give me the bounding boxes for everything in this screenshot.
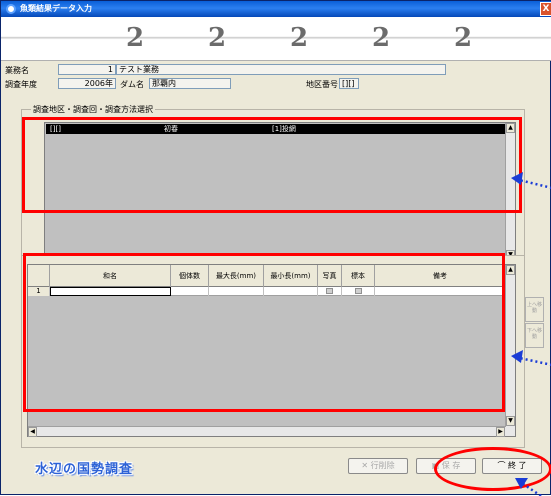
dam-name-label: ダム名 (120, 80, 144, 89)
business-name-field: テスト業務 (116, 64, 446, 75)
app-icon (6, 4, 16, 14)
delete-row-label: 行削除 (370, 461, 395, 470)
binder-header: 2 2 2 2 2 (1, 17, 551, 61)
business-number-field: 1 (58, 64, 116, 75)
survey-year-field: 2006年 (58, 78, 116, 89)
scroll-left-icon[interactable]: ◀ (28, 427, 37, 437)
scroll-down-icon[interactable]: ▼ (506, 416, 515, 426)
binder-ring-icon: 2 (453, 23, 473, 53)
binder-ring-icon: 2 (207, 23, 227, 53)
business-name-label: 業務名 (5, 66, 29, 75)
annotation-red-box-bottom (23, 253, 505, 412)
main-window: 魚類結果データ入力 X 2 2 2 2 2 業務名 1 テスト業務 調査年度 2… (0, 0, 551, 496)
annotation-red-box-top (22, 117, 522, 213)
binder-ring-icon: 2 (289, 23, 309, 53)
dam-name-field: 那覇内 (149, 78, 231, 89)
close-button[interactable]: X (540, 2, 551, 16)
area-number-label: 地区番号 (306, 80, 338, 89)
grid-vertical-scrollbar[interactable]: ▲ ▼ (505, 265, 515, 436)
area-number-field: [][] (339, 78, 359, 89)
move-up-button[interactable]: 上へ移動 (525, 297, 544, 322)
move-down-button[interactable]: 下へ移動 (525, 323, 544, 348)
scroll-up-icon[interactable]: ▲ (506, 265, 515, 275)
delete-icon: ✕ (361, 461, 369, 470)
binder-ring-icon: 2 (125, 23, 145, 53)
grid-horizontal-scrollbar[interactable]: ◀ ▶ (28, 426, 506, 437)
survey-year-label: 調査年度 (5, 80, 37, 89)
annotation-red-oval (434, 447, 551, 491)
window-title: 魚類結果データ入力 (20, 4, 92, 13)
survey-selection-caption: 調査地区・調査回・調査方法選択 (31, 104, 155, 115)
scroll-right-icon[interactable]: ▶ (496, 427, 505, 437)
binder-ring-icon: 2 (371, 23, 391, 53)
app-logo: 水辺の国勢調査 (35, 462, 134, 477)
title-bar: 魚類結果データ入力 X (1, 1, 551, 17)
delete-row-button[interactable]: ✕ 行削除 (348, 458, 408, 474)
